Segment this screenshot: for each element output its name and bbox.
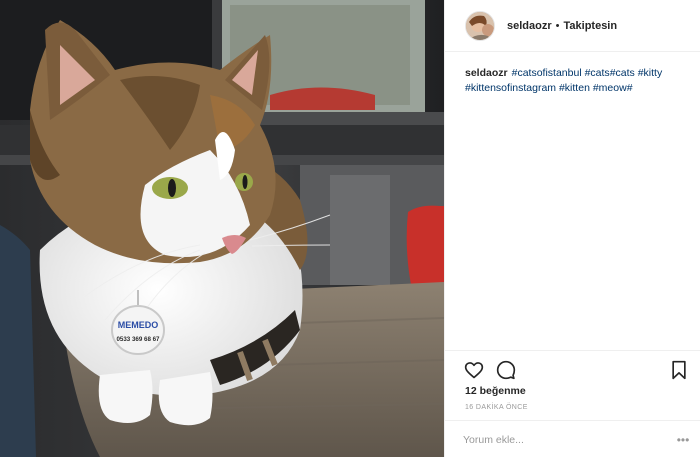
avatar-image — [466, 11, 494, 40]
post-timestamp: 16 DAKİKA ÖNCE — [465, 404, 528, 411]
cat-photo-image: MEMEDO 0533 369 68 67 — [0, 0, 444, 457]
username[interactable]: seldaozr — [507, 20, 552, 32]
heart-icon[interactable] — [464, 360, 484, 380]
more-options-icon[interactable]: ••• — [675, 433, 691, 447]
hashtag-link[interactable]: #cats — [585, 67, 610, 79]
comment-bar: ••• — [445, 420, 700, 457]
hashtag-link[interactable]: #kitten — [559, 82, 590, 94]
caption-username[interactable]: seldaozr — [465, 67, 508, 79]
avatar[interactable] — [465, 10, 495, 41]
hashtag-link[interactable]: #catsofistanbul — [512, 67, 582, 79]
likes-count[interactable]: 12 beğenme — [465, 385, 526, 397]
post-header: seldaozr • Takiptesin — [445, 0, 700, 52]
hashtag-link[interactable]: #meow — [593, 82, 627, 94]
comment-icon[interactable] — [496, 360, 516, 380]
comment-input[interactable] — [463, 429, 663, 451]
follow-status-button[interactable]: Takiptesin — [564, 20, 618, 32]
header-separator: • — [555, 19, 560, 32]
tag-name-text: MEMEDO — [118, 320, 159, 330]
bookmark-icon[interactable] — [669, 360, 689, 380]
hashtag-link[interactable]: # — [627, 82, 633, 94]
post-photo[interactable]: MEMEDO 0533 369 68 67 — [0, 0, 444, 457]
hashtag-link[interactable]: #kittensofinstagram — [465, 82, 556, 94]
hashtag-link[interactable]: #cats — [610, 67, 635, 79]
hashtag-link[interactable]: #kitty — [638, 67, 663, 79]
post-actions-bar — [445, 350, 700, 380]
post-caption: seldaozr #catsofistanbul #cats#cats #kitt… — [465, 66, 693, 96]
tag-phone-text: 0533 369 68 67 — [116, 336, 160, 343]
post-details-panel: seldaozr • Takiptesin seldaozr #catsofist… — [444, 0, 700, 457]
